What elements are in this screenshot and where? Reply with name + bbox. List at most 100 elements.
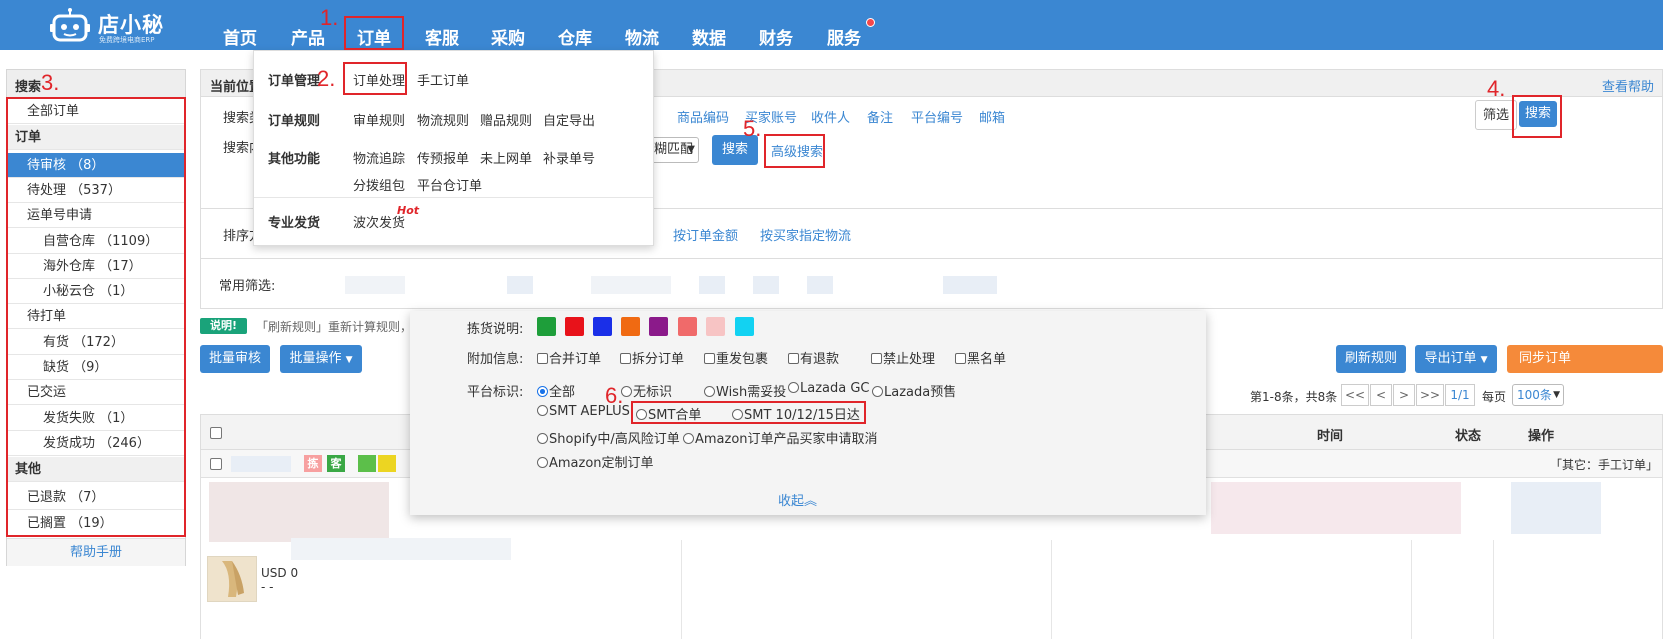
pick-color-salmon[interactable] xyxy=(678,317,697,336)
nav-service[interactable]: 客服 xyxy=(424,0,460,50)
select-all-checkbox[interactable] xyxy=(210,427,222,439)
pager-prev-button[interactable]: < xyxy=(1370,384,1392,406)
filter-chip[interactable] xyxy=(507,276,533,294)
view-help-link[interactable]: 查看帮助 xyxy=(1602,76,1654,95)
menu-item-logistics-rules[interactable]: 物流规则 xyxy=(417,110,469,129)
extra-forbid-processing[interactable]: 禁止处理 xyxy=(871,348,935,367)
search-field-platform-id[interactable]: 平台编号 xyxy=(911,107,963,126)
search-field-email[interactable]: 邮箱 xyxy=(979,107,1005,126)
match-mode-select[interactable]: 糊匹配 ▼ xyxy=(649,137,699,163)
search-field-note[interactable]: 备注 xyxy=(867,107,893,126)
annotation-box-5 xyxy=(764,134,825,168)
platform-lazada-presale[interactable]: Lazada预售 xyxy=(872,381,956,400)
chevron-down-icon: ▼ xyxy=(687,144,695,155)
pick-color-cyan[interactable] xyxy=(735,317,754,336)
filter-chip[interactable] xyxy=(591,276,671,294)
pager-last-button[interactable]: >> xyxy=(1416,384,1444,406)
batch-review-button[interactable]: 批量审核 xyxy=(200,345,270,373)
notice-text: 「刷新规则」重新计算规则，并 xyxy=(256,320,425,334)
platform-amazon-cancel[interactable]: Amazon订单产品买家申请取消 xyxy=(683,428,878,447)
product-thumbnail[interactable] xyxy=(209,482,389,542)
platform-all[interactable]: 全部 xyxy=(537,381,575,400)
menu-item-logistics-tracking[interactable]: 物流追踪 xyxy=(353,148,405,167)
menu-group-order-management: 订单管理 xyxy=(268,74,321,89)
sync-orders-button[interactable]: 同步订单 xyxy=(1507,345,1663,373)
platform-shopify-risk[interactable]: Shopify中/高风险订单 xyxy=(537,428,680,447)
pick-color-purple[interactable] xyxy=(649,317,668,336)
pick-color-orange[interactable] xyxy=(621,317,640,336)
row-time-blur xyxy=(1211,482,1461,534)
menu-item-gift-rules[interactable]: 赠品规则 xyxy=(480,110,532,129)
pick-color-green[interactable] xyxy=(537,317,556,336)
sort-by-buyer-logistics[interactable]: 按买家指定物流 xyxy=(760,225,851,244)
column-time: 时间 xyxy=(1317,429,1344,444)
color-tag-green xyxy=(358,455,376,472)
filter-button[interactable]: 筛选 xyxy=(1475,100,1517,130)
brand-logo[interactable]: 店小秘 免费跨境电商ERP xyxy=(46,3,186,47)
pick-color-pink[interactable] xyxy=(706,317,725,336)
extra-refund[interactable]: 有退款 xyxy=(788,348,839,367)
platform-no-mark[interactable]: 无标识 xyxy=(621,381,672,400)
radio-icon xyxy=(537,405,548,416)
menu-item-custom-export[interactable]: 自定导出 xyxy=(543,110,595,129)
product-image[interactable] xyxy=(207,556,257,602)
product-title[interactable] xyxy=(291,538,511,560)
cell-divider xyxy=(681,540,682,639)
batch-operations-button[interactable]: 批量操作 ▼ xyxy=(280,345,362,373)
nav-finance[interactable]: 财务 xyxy=(758,0,794,50)
notification-dot xyxy=(866,18,875,27)
platform-lazada-gc[interactable]: Lazada GC xyxy=(788,381,870,396)
menu-group-order-rules: 订单规则 xyxy=(268,114,321,129)
menu-item-not-online[interactable]: 未上网单 xyxy=(480,148,532,167)
platform-amazon-custom[interactable]: Amazon定制订单 xyxy=(537,452,654,471)
pick-color-red[interactable] xyxy=(565,317,584,336)
pager-current-page[interactable]: 1/1 xyxy=(1445,384,1475,406)
pick-color-blue[interactable] xyxy=(593,317,612,336)
per-page-select[interactable]: 100条 ▼ xyxy=(1512,384,1564,406)
radio-icon xyxy=(537,457,548,468)
top-header: 店小秘 免费跨境电商ERP 首页 产品 订单 客服 采购 仓库 物流 数据 财务… xyxy=(0,0,1663,50)
extra-resend-package[interactable]: 重发包裹 xyxy=(704,348,768,367)
sort-by-amount[interactable]: 按订单金额 xyxy=(673,225,738,244)
filter-chip[interactable] xyxy=(753,276,779,294)
annotation-number-4: 4. xyxy=(1487,76,1506,101)
nav-warehouse[interactable]: 仓库 xyxy=(557,0,593,50)
row-checkbox[interactable] xyxy=(210,458,222,470)
export-orders-button[interactable]: 导出订单 ▼ xyxy=(1415,345,1497,373)
menu-item-upload-forecast[interactable]: 传预报单 xyxy=(417,148,469,167)
platform-wish-delivery[interactable]: Wish需妥投 xyxy=(704,381,786,400)
menu-item-manual-order[interactable]: 手工订单 xyxy=(417,70,469,89)
pager-first-button[interactable]: << xyxy=(1341,384,1369,406)
menu-item-supplement-tracking[interactable]: 补录单号 xyxy=(543,148,595,167)
collapse-advanced-link[interactable]: 收起︽ xyxy=(778,490,817,509)
menu-item-review-rules[interactable]: 审单规则 xyxy=(353,110,405,129)
filter-chip[interactable] xyxy=(943,276,997,294)
refresh-rules-button[interactable]: 刷新规则 xyxy=(1336,345,1406,373)
annotation-box-3 xyxy=(6,97,186,537)
filter-chip[interactable] xyxy=(807,276,833,294)
pager-next-button[interactable]: > xyxy=(1393,384,1415,406)
search-field-sku[interactable]: 商品编码 xyxy=(677,107,729,126)
nav-data[interactable]: 数据 xyxy=(691,0,727,50)
checkbox-icon xyxy=(620,353,631,364)
filter-chip[interactable] xyxy=(699,276,725,294)
extra-blacklist[interactable]: 黑名单 xyxy=(955,348,1006,367)
radio-icon xyxy=(537,433,548,444)
extra-merged-order[interactable]: 合并订单 xyxy=(537,348,601,367)
search-field-recipient[interactable]: 收件人 xyxy=(811,107,850,126)
filter-chip[interactable] xyxy=(345,276,405,294)
annotation-box-1 xyxy=(344,16,404,50)
nav-services[interactable]: 服务 xyxy=(826,0,862,50)
menu-item-platform-warehouse-order[interactable]: 平台仓订单 xyxy=(417,175,482,194)
menu-item-distribution-packing[interactable]: 分拨组包 xyxy=(353,175,405,194)
annotation-number-6: 6. xyxy=(605,383,624,408)
nav-purchase[interactable]: 采购 xyxy=(490,0,526,50)
order-number[interactable] xyxy=(231,456,291,472)
radio-icon xyxy=(704,386,715,397)
help-manual-link[interactable]: 帮助手册 xyxy=(7,538,185,566)
common-filter-label: 常用筛选: xyxy=(219,279,276,294)
nav-home[interactable]: 首页 xyxy=(222,0,258,50)
scarf-icon xyxy=(222,561,244,597)
extra-split-order[interactable]: 拆分订单 xyxy=(620,348,684,367)
nav-logistics[interactable]: 物流 xyxy=(624,0,660,50)
